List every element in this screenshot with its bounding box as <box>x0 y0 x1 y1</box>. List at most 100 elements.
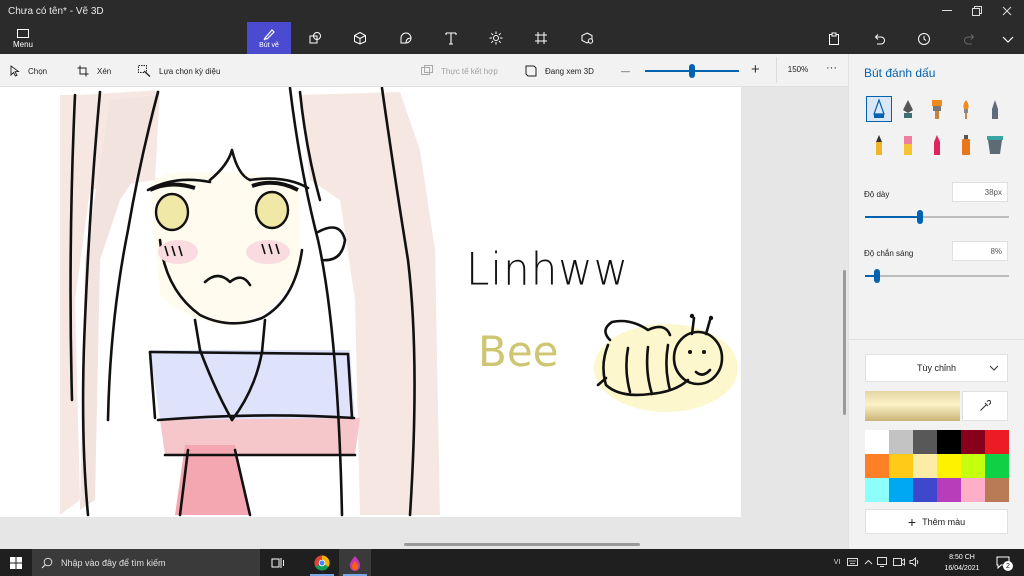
tray-language[interactable]: VI <box>832 556 842 568</box>
tray-volume[interactable] <box>908 556 922 568</box>
brush-pixel-pen[interactable] <box>982 96 1008 122</box>
color-swatch[interactable] <box>889 454 913 478</box>
tab-2d-shapes[interactable] <box>293 22 337 54</box>
color-swatch[interactable] <box>865 478 889 502</box>
drawing-canvas[interactable]: Linhww Bee <box>0 87 741 517</box>
color-swatch[interactable] <box>961 478 985 502</box>
current-color-preview[interactable] <box>865 391 960 421</box>
undo-button[interactable] <box>867 28 891 50</box>
color-swatch[interactable] <box>961 430 985 454</box>
close-button[interactable] <box>992 2 1022 20</box>
tab-stickers[interactable] <box>384 22 428 54</box>
opacity-slider[interactable] <box>865 269 1009 283</box>
finish-dropdown[interactable]: Tùy chỉnh <box>865 354 1008 382</box>
color-swatch[interactable] <box>985 454 1009 478</box>
thickness-slider[interactable] <box>865 210 1009 224</box>
opacity-input[interactable]: 8% <box>952 241 1008 261</box>
brush-watercolor[interactable] <box>953 96 979 122</box>
brush-crayon[interactable] <box>924 132 950 158</box>
tray-overflow[interactable] <box>862 556 874 568</box>
brush-fill[interactable] <box>982 132 1008 158</box>
zoom-slider-thumb[interactable] <box>689 64 695 78</box>
add-color-button[interactable]: + Thêm màu <box>865 509 1008 534</box>
restore-button[interactable] <box>962 2 992 20</box>
undo-icon <box>874 34 885 45</box>
title-bar: Chưa có tên* - Vẽ 3D Menu Bút vẽ <box>0 0 1024 54</box>
taskbar-clock[interactable]: 8:50 CH 16/04/2021 <box>940 552 984 574</box>
crop-button[interactable]: Xén <box>77 63 111 79</box>
color-swatch[interactable] <box>985 430 1009 454</box>
thickness-label: Độ dày <box>864 190 890 199</box>
clock-time: 8:50 CH <box>949 554 975 561</box>
task-view-button[interactable] <box>262 549 294 576</box>
brush-eraser[interactable] <box>895 132 921 158</box>
tab-3d-shapes[interactable] <box>338 22 382 54</box>
vertical-scrollbar[interactable] <box>843 270 846 415</box>
magic-select-button[interactable]: Lựa chọn kỳ diệu <box>138 63 220 79</box>
zoom-value[interactable]: 150% <box>779 65 817 78</box>
brush-calligraphy[interactable] <box>895 96 921 122</box>
action-center-button[interactable]: 2 <box>992 554 1014 571</box>
tab-text[interactable] <box>429 22 473 54</box>
brush-side-panel: Bút đánh dấu Độ dày 38px Độ chắn sáng 8%… <box>848 54 1024 549</box>
color-swatch[interactable] <box>937 430 961 454</box>
mixed-reality-label: Thực tế kết hợp <box>441 66 498 76</box>
3d-shapes-icon <box>354 31 366 45</box>
color-swatch[interactable] <box>937 454 961 478</box>
more-options-button[interactable]: ··· <box>826 60 837 76</box>
tab-3d-library[interactable] <box>565 22 609 54</box>
expand-ribbon-button[interactable] <box>996 28 1020 50</box>
history-button[interactable] <box>912 28 936 50</box>
opacity-slider-thumb[interactable] <box>873 269 880 283</box>
color-swatch[interactable] <box>985 478 1009 502</box>
zoom-out-button[interactable]: — <box>621 63 630 79</box>
mixed-reality-button[interactable]: Thực tế kết hợp <box>421 63 498 79</box>
color-swatch[interactable] <box>937 478 961 502</box>
brush-marker[interactable] <box>866 96 892 122</box>
tab-canvas[interactable] <box>519 22 563 54</box>
thickness-input[interactable]: 38px <box>952 182 1008 202</box>
view-3d-button[interactable]: Đang xem 3D <box>525 63 594 79</box>
zoom-in-button[interactable]: + <box>751 61 760 78</box>
redo-button[interactable] <box>958 28 982 50</box>
taskbar-chrome[interactable] <box>306 549 338 576</box>
network-icon <box>877 557 887 567</box>
add-color-label: Thêm màu <box>922 516 966 527</box>
select-button[interactable]: Chọn <box>10 63 47 79</box>
clock-date: 16/04/2021 <box>944 565 980 572</box>
task-view-icon <box>271 557 284 568</box>
minimize-button[interactable] <box>932 2 962 20</box>
color-swatch[interactable] <box>961 454 985 478</box>
horizontal-scrollbar[interactable] <box>404 543 640 546</box>
start-button[interactable] <box>0 549 32 576</box>
brush-spray-can[interactable] <box>953 132 979 158</box>
color-swatch[interactable] <box>889 430 913 454</box>
tab-brushes[interactable]: Bút vẽ <box>247 22 291 54</box>
color-swatch[interactable] <box>865 454 889 478</box>
color-swatch[interactable] <box>913 478 937 502</box>
taskbar-paint-3d[interactable] <box>339 549 371 576</box>
brush-oil[interactable] <box>924 96 950 122</box>
eraser-icon <box>904 136 912 155</box>
magic-select-icon <box>138 65 151 77</box>
fill-icon <box>987 136 1003 154</box>
signature-text: Linhww <box>466 243 630 296</box>
camera-icon <box>893 558 905 566</box>
color-swatch[interactable] <box>913 454 937 478</box>
color-swatch[interactable] <box>889 478 913 502</box>
brush-pencil[interactable] <box>866 132 892 158</box>
tab-effects[interactable] <box>474 22 518 54</box>
taskbar-search-box[interactable]: Nhập vào đây để tìm kiếm <box>32 549 260 576</box>
color-swatch[interactable] <box>913 430 937 454</box>
redo-icon <box>964 34 975 45</box>
bee-text: Bee <box>478 327 559 376</box>
thickness-slider-thumb[interactable] <box>916 210 923 224</box>
tray-keyboard[interactable] <box>846 556 858 568</box>
eyedropper-button[interactable] <box>962 391 1008 421</box>
minimize-icon <box>942 10 952 11</box>
tray-network[interactable] <box>876 556 890 568</box>
paste-button[interactable] <box>822 28 846 50</box>
menu-button[interactable]: Menu <box>6 24 40 52</box>
tray-meet-now[interactable] <box>892 556 906 568</box>
color-swatch[interactable] <box>865 430 889 454</box>
